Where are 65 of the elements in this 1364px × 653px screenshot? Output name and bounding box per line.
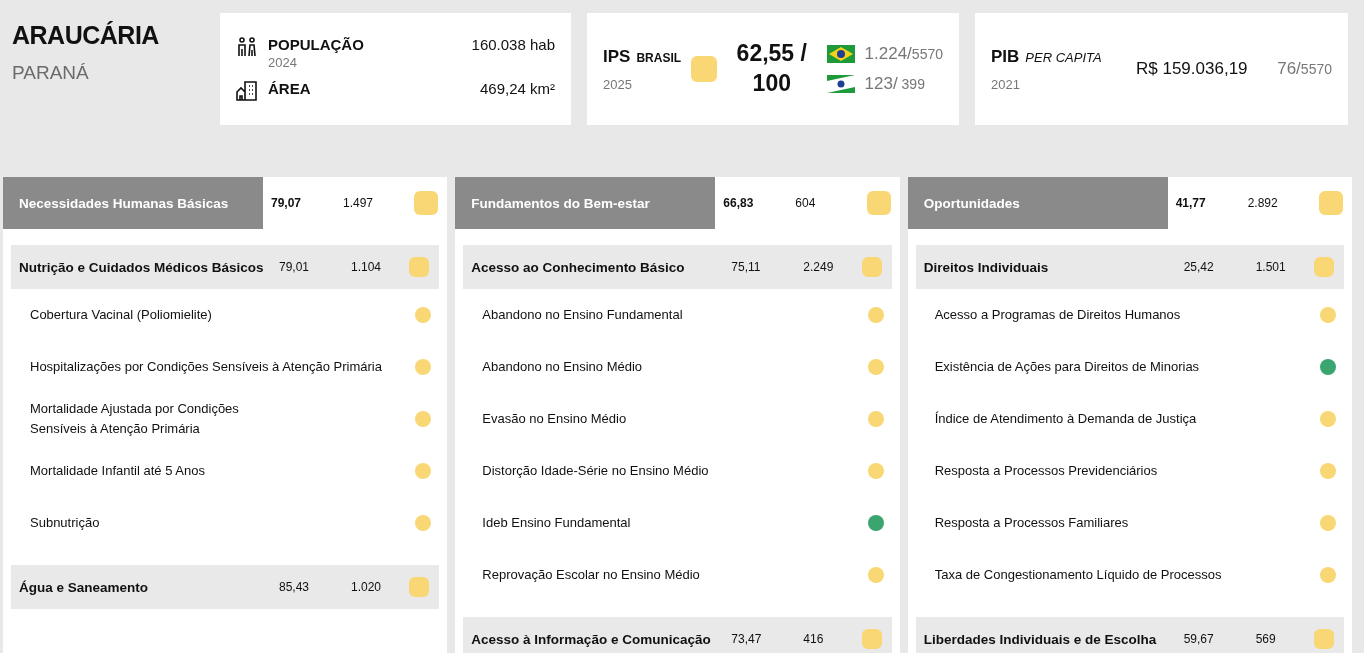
component-rank: 1.020: [350, 580, 383, 594]
pib-value: R$ 159.036,19: [1136, 59, 1248, 79]
city-name: ARAUCÁRIA: [12, 21, 160, 50]
component-title: Água e Saneamento: [19, 579, 150, 595]
indicator-name: Índice de Atendimento à Demanda de Justiça: [934, 410, 1197, 428]
indicator-name: Subnutrição: [30, 514, 100, 532]
component-score: 25,42: [1182, 260, 1215, 274]
indicator-name: Mortalidade Ajustada por Condições Sensíveis à Atenção Primária: [30, 400, 239, 438]
area-value: 469,24 km²: [479, 80, 555, 97]
building-icon: [236, 80, 258, 102]
population-label: POPULAÇÃO: [268, 36, 364, 53]
component-rank: 2.249: [802, 260, 835, 274]
ips-score: 62,55 / 100: [735, 39, 808, 98]
indicator-name: Evasão no Ensino Médio: [482, 410, 627, 428]
component-title: Nutrição e Cuidados Médicos Básicos: [19, 259, 265, 275]
indicator-name: Reprovação Escolar no Ensino Médio: [482, 566, 700, 584]
population-year: 2024: [268, 55, 298, 70]
component-score: 73,47: [730, 632, 763, 646]
rank-value: 123/ 399: [864, 74, 925, 94]
component-rank: 416: [802, 632, 825, 646]
dimension-score: 66,83: [722, 196, 755, 210]
component-rank: 1.501: [1254, 260, 1287, 274]
state-name: PARANÁ: [12, 62, 90, 84]
component-score: 75,11: [730, 260, 762, 274]
indicator-name: Ideb Ensino Fundamental: [482, 514, 631, 532]
indicator-name: Existência de Ações para Direitos de Minorias: [934, 358, 1200, 376]
component-title: Acesso ao Conhecimento Básico: [471, 259, 686, 275]
pib-year: 2021: [991, 76, 1021, 92]
population-value: 160.038 hab: [471, 36, 555, 53]
rank-value: 1.224/5570: [864, 44, 943, 64]
pib-rank: 76/5570: [1277, 59, 1332, 79]
ips-year: 2025: [603, 76, 633, 92]
component-score: 85,43: [278, 580, 311, 594]
indicator-name: Distorção Idade-Série no Ensino Médio: [482, 462, 709, 480]
component-score: 79,01: [278, 260, 311, 274]
component-rank: 1.104: [350, 260, 383, 274]
component-title: Liberdades Individuais e de Escolha: [923, 631, 1158, 647]
dimension-rank: 1.497: [342, 196, 375, 210]
indicator-name: Resposta a Processos Familiares: [934, 514, 1129, 532]
indicator-name: Resposta a Processos Previdenciários: [934, 462, 1158, 480]
dimension-score: 41,77: [1174, 196, 1207, 210]
people-icon: [236, 36, 258, 58]
flag-icon: [826, 45, 855, 63]
pib-label: PIB: [991, 46, 1020, 66]
dimension-title: Fundamentos do Bem-estar: [455, 177, 716, 229]
component-title: Acesso à Informação e Comunicação: [471, 631, 712, 647]
indicator-name: Abandono no Ensino Fundamental: [482, 306, 683, 324]
indicator-name: Cobertura Vacinal (Poliomielite): [30, 306, 212, 324]
dimension-title: Oportunidades: [907, 177, 1168, 229]
indicator-name: Taxa de Congestionamento Líquido de Processos: [934, 566, 1222, 584]
area-label: ÁREA: [268, 80, 311, 97]
indicator-name: Mortalidade Infantil até 5 Anos: [30, 462, 205, 480]
component-rank: 569: [1254, 632, 1277, 646]
indicator-name: Acesso a Programas de Direitos Humanos: [934, 306, 1181, 324]
ips-scope: BRASIL: [636, 50, 682, 65]
component-score: 59,67: [1182, 632, 1215, 646]
component-title: Direitos Individuais: [923, 259, 1050, 275]
dimension-score: 79,07: [270, 196, 303, 210]
indicator-name: Hospitalizações por Condições Sensíveis à Atenção Primária: [30, 358, 382, 376]
dimension-rank: 604: [794, 196, 817, 210]
dimension-rank: 2.892: [1246, 196, 1279, 210]
pib-sublabel: PER CAPITA: [1025, 49, 1102, 65]
indicator-name: Abandono no Ensino Médio: [482, 358, 643, 376]
ips-label: IPS: [603, 46, 631, 66]
dimension-title: Necessidades Humanas Básicas: [3, 177, 263, 229]
